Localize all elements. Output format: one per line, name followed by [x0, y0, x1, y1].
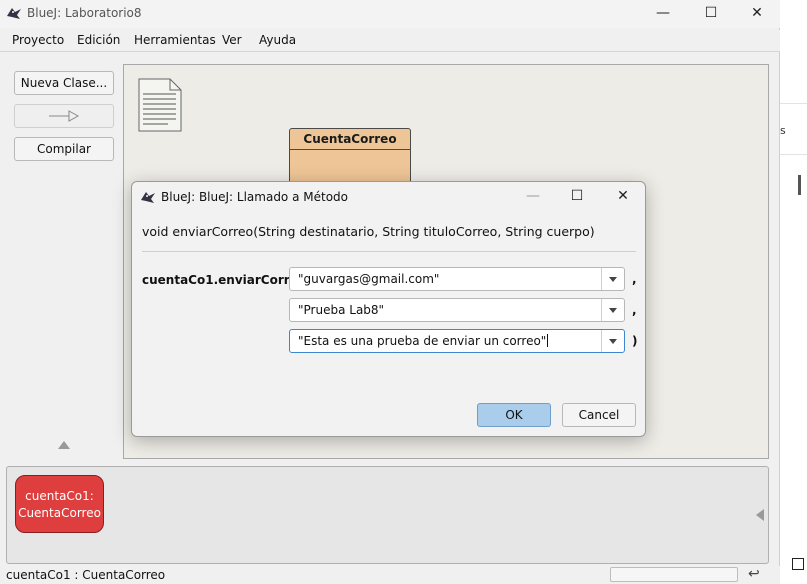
- arg-cuerpo-field[interactable]: "Esta es una prueba de enviar un correo": [298, 334, 549, 348]
- menu-proyecto[interactable]: Proyecto: [12, 33, 64, 47]
- arg-separator: ,: [632, 272, 637, 286]
- inheritance-arrow-icon: [49, 110, 80, 122]
- dropdown-button[interactable]: [601, 330, 624, 352]
- object-name: cuentaCo1:: [25, 489, 94, 503]
- arg-separator: ,: [632, 303, 637, 317]
- call-label: cuentaCo1.enviarCorreo(: [142, 273, 312, 287]
- compile-button[interactable]: Compilar: [14, 137, 114, 161]
- ok-button[interactable]: OK: [477, 403, 551, 427]
- close-button[interactable]: ✕: [734, 3, 780, 25]
- arg-destinatario-combo[interactable]: "guvargas@gmail.com": [289, 267, 625, 291]
- closing-paren: ): [632, 334, 638, 348]
- arg-destinatario-value[interactable]: "guvargas@gmail.com": [298, 272, 439, 286]
- arg-cuerpo-value: "Esta es una prueba de enviar un correo": [298, 334, 547, 348]
- dialog-close-button[interactable]: ✕: [601, 186, 645, 208]
- menu-ver[interactable]: Ver: [222, 33, 242, 47]
- menu-ayuda[interactable]: Ayuda: [259, 33, 296, 47]
- progress-box: [610, 567, 738, 582]
- class-cuentacorreo[interactable]: CuentaCorreo: [289, 128, 411, 188]
- menu-edicion[interactable]: Edición: [77, 33, 120, 47]
- left-arrow-icon[interactable]: [756, 509, 764, 521]
- object-bench: cuentaCo1: CuentaCorreo: [6, 466, 769, 564]
- new-arrow-button[interactable]: [14, 104, 114, 128]
- object-cuentaco1[interactable]: cuentaCo1: CuentaCorreo: [15, 475, 104, 533]
- dialog-title-bar: BlueJ: BlueJ: Llamado a Método — ☐ ✕: [132, 182, 645, 212]
- menu-bar: Proyecto Edición Herramientas Ver Ayuda: [0, 30, 780, 52]
- text-caret: [547, 334, 549, 347]
- cancel-button[interactable]: Cancel: [562, 403, 636, 427]
- object-type: CuentaCorreo: [18, 506, 101, 520]
- chevron-down-icon: [609, 277, 617, 282]
- bluej-bird-icon: [7, 8, 21, 19]
- dialog-title: BlueJ: BlueJ: Llamado a Método: [161, 190, 349, 204]
- background-glyph: s: [780, 124, 786, 137]
- dialog-maximize-button[interactable]: ☐: [555, 186, 599, 208]
- title-bar: BlueJ: Laboratorio8 — ☐ ✕: [0, 0, 780, 28]
- arg-cuerpo-combo[interactable]: "Esta es una prueba de enviar un correo": [289, 329, 625, 353]
- dropdown-button[interactable]: [601, 268, 624, 290]
- minimize-button[interactable]: —: [640, 3, 686, 25]
- method-signature: void enviarCorreo(String destinatario, S…: [142, 224, 595, 239]
- background-panel: s: [780, 103, 807, 155]
- status-bar: cuentaCo1 : CuentaCorreo ↩: [0, 566, 780, 584]
- new-class-button[interactable]: Nueva Clase...: [14, 71, 114, 95]
- tool-panel: Nueva Clase... Compilar: [0, 53, 122, 459]
- status-text: cuentaCo1 : CuentaCorreo: [6, 568, 166, 582]
- background-window: s: [780, 0, 807, 584]
- window-title: BlueJ: Laboratorio8: [27, 6, 142, 20]
- arg-titulo-value[interactable]: "Prueba Lab8": [298, 303, 384, 317]
- readme-document-icon[interactable]: [138, 78, 182, 132]
- arg-titulo-combo[interactable]: "Prueba Lab8": [289, 298, 625, 322]
- chevron-down-icon: [609, 308, 617, 313]
- chevron-down-icon: [609, 339, 617, 344]
- maximize-button[interactable]: ☐: [688, 3, 734, 25]
- separator: [142, 251, 636, 252]
- dialog-minimize-button[interactable]: —: [511, 186, 555, 208]
- menu-herramientas[interactable]: Herramientas: [134, 33, 216, 47]
- background-scrollbar: [798, 175, 801, 195]
- undo-icon[interactable]: ↩: [748, 566, 760, 582]
- up-arrow-icon[interactable]: [58, 441, 70, 449]
- background-square-icon: [792, 558, 804, 570]
- dropdown-button[interactable]: [601, 299, 624, 321]
- bluej-bird-icon: [141, 192, 155, 203]
- method-call-dialog: BlueJ: BlueJ: Llamado a Método — ☐ ✕ voi…: [131, 181, 646, 437]
- class-name: CuentaCorreo: [290, 129, 410, 150]
